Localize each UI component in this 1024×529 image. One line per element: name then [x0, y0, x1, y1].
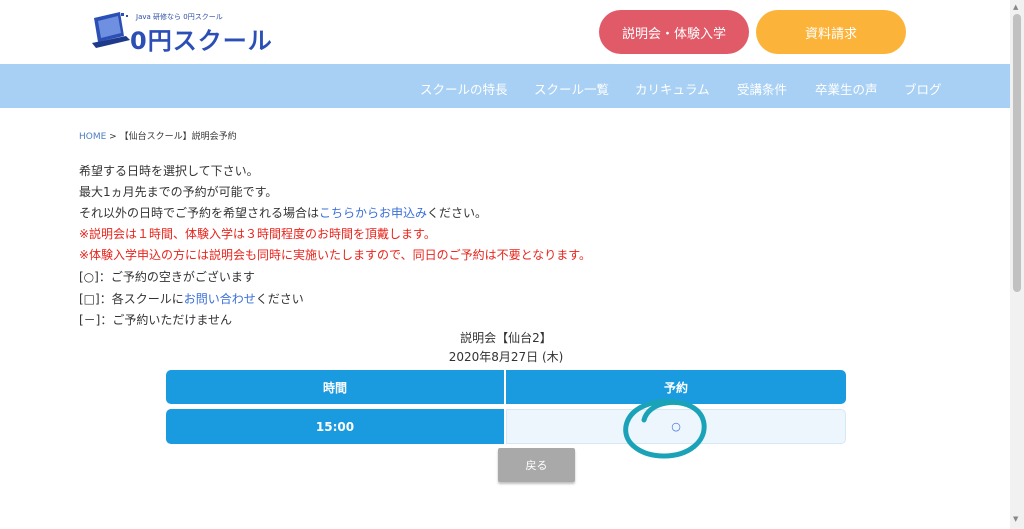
scroll-down-icon[interactable]: ▼ [1013, 515, 1018, 523]
nav-item-graduates[interactable]: 卒業生の声 [815, 79, 878, 98]
time-cell: 15:00 [166, 409, 504, 444]
inquiry-link[interactable]: お問い合わせ [184, 292, 256, 306]
briefing-trial-button[interactable]: 説明会・体験入学 [599, 10, 749, 54]
legend-available: [○]：ご予約の空きがございます [79, 270, 255, 284]
nav-item-conditions[interactable]: 受講条件 [737, 79, 787, 98]
nav-item-blog[interactable]: ブログ [904, 79, 942, 98]
instruction-line-2: 最大1ヵ月先までの予約が可能です。 [79, 185, 278, 199]
scroll-up-icon[interactable]: ▲ [1013, 3, 1018, 11]
column-header-reserve: 予約 [506, 370, 846, 404]
reserve-cell[interactable]: ○ [506, 409, 846, 444]
schedule-date: 2020年8月27日 (木) [448, 350, 564, 364]
legend-inquiry-pre: [□]：各スクールに [79, 292, 184, 306]
column-header-time: 時間 [166, 370, 504, 404]
instruction-line-3-post: ください。 [427, 206, 488, 220]
logo-text: 0円スクール [130, 27, 273, 55]
page-scrollbar[interactable]: ▲ ▼ [1010, 0, 1024, 529]
instruction-line-1: 希望する日時を選択して下さい。 [79, 164, 259, 178]
breadcrumb: HOME > 【仙台スクール】説明会予約 [79, 129, 237, 142]
nav-item-features[interactable]: スクールの特長 [420, 79, 508, 98]
back-button[interactable]: 戻る [498, 448, 575, 482]
breadcrumb-current: 【仙台スクール】説明会予約 [119, 132, 237, 142]
nav-item-school-list[interactable]: スクール一覧 [534, 79, 609, 98]
reserve-available-link[interactable]: ○ [671, 420, 681, 433]
legend-unavailable: [－]：ご予約いただけません [79, 313, 233, 327]
main-nav: スクールの特長 スクール一覧 カリキュラム 受講条件 卒業生の声 ブログ [0, 64, 1010, 108]
breadcrumb-separator: > [106, 132, 120, 142]
laptop-logo-icon [92, 12, 130, 48]
request-materials-button[interactable]: 資料請求 [756, 10, 906, 54]
breadcrumb-home-link[interactable]: HOME [79, 132, 106, 142]
instruction-line-3: それ以外の日時でご予約を希望される場合はこちらからお申込みください。 [79, 204, 487, 221]
site-header: Java 研修なら 0円スクール 0円スクール 説明会・体験入学 資料請求 [0, 0, 1010, 64]
site-logo[interactable]: Java 研修なら 0円スクール 0円スクール [90, 8, 272, 55]
schedule-title: 説明会【仙台2】 [460, 331, 552, 345]
scroll-thumb[interactable] [1013, 14, 1021, 292]
notice-trial: ※体験入学申込の方には説明会も同時に実施いたしますので、同日のご予約は不要となり… [79, 248, 592, 262]
apply-here-link[interactable]: こちらからお申込み [319, 206, 427, 220]
legend-inquiry-post: ください [255, 292, 304, 306]
legend-inquiry: [□]：各スクールにお問い合わせください [79, 290, 304, 307]
notice-duration: ※説明会は１時間、体験入学は３時間程度のお時間を頂戴します。 [79, 227, 436, 241]
instruction-line-3-pre: それ以外の日時でご予約を希望される場合は [79, 206, 320, 220]
nav-item-curriculum[interactable]: カリキュラム [635, 79, 710, 98]
